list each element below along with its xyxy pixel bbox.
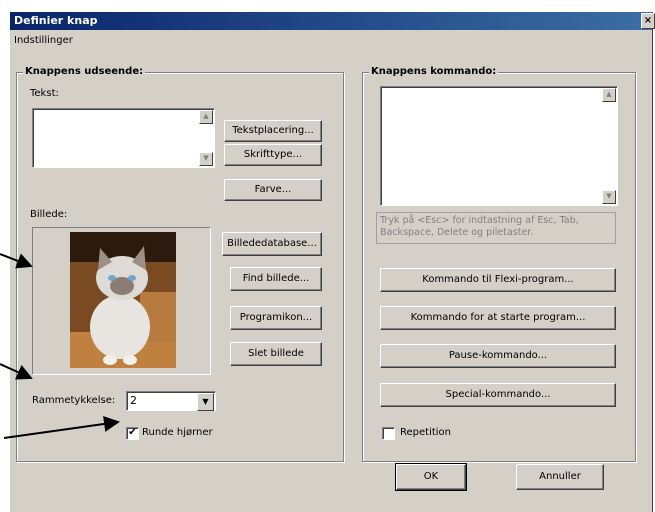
image-preview[interactable] <box>32 227 211 375</box>
text-placement-button[interactable]: Tekstplacering... <box>224 120 322 142</box>
chevron-down-icon[interactable]: ▼ <box>197 393 214 411</box>
frame-thickness-select[interactable]: 2 ▼ <box>126 391 216 411</box>
title-bar[interactable]: Definier knap × <box>10 12 655 30</box>
special-command-button[interactable]: Special-kommando... <box>380 383 616 407</box>
ok-button[interactable]: OK <box>395 463 467 491</box>
start-program-button[interactable]: Kommando for at starte program... <box>380 306 616 330</box>
command-legend: Knappens kommando: <box>369 66 499 77</box>
scroll-down-icon[interactable]: ▼ <box>199 152 213 166</box>
button-text-input[interactable]: ▲ ▼ <box>32 108 215 168</box>
close-icon[interactable]: × <box>641 13 655 29</box>
special-command-label: Special-kommando... <box>445 389 551 400</box>
rounded-corners-checkbox[interactable]: ✔ <box>126 427 139 440</box>
dialog-window: Definier knap × Indstillinger Knappens u… <box>10 12 655 512</box>
scroll-up-icon[interactable]: ▲ <box>199 110 213 124</box>
program-icon-button[interactable]: Programikon... <box>230 306 322 330</box>
image-database-label: Billededatabase... <box>227 238 317 249</box>
color-label: Farve... <box>254 184 292 195</box>
image-label: Billede: <box>30 209 68 220</box>
flexi-command-label: Kommando til Flexi-program... <box>422 274 574 285</box>
rounded-corners-label: Runde hjørner <box>142 427 213 438</box>
ok-label: OK <box>423 471 439 482</box>
repetition-label: Repetition <box>400 427 452 438</box>
delete-image-label: Slet billede <box>248 348 304 359</box>
flexi-command-button[interactable]: Kommando til Flexi-program... <box>380 268 616 292</box>
delete-image-button[interactable]: Slet billede <box>230 342 322 366</box>
text-label: Tekst: <box>30 88 59 99</box>
pause-command-label: Pause-kommando... <box>448 350 548 361</box>
cat-image <box>70 232 176 368</box>
command-text-input[interactable]: ▲ ▼ <box>380 86 618 206</box>
cancel-button[interactable]: Annuller <box>516 464 604 490</box>
menu-item-indstillinger[interactable]: Indstillinger <box>14 35 73 46</box>
pause-command-button[interactable]: Pause-kommando... <box>380 344 616 368</box>
window-title: Definier knap <box>14 14 98 27</box>
program-icon-label: Programikon... <box>239 312 313 323</box>
font-button[interactable]: Skrifttype... <box>224 144 322 166</box>
text-placement-label: Tekstplacering... <box>232 125 314 136</box>
start-program-label: Kommando for at starte program... <box>410 312 586 323</box>
appearance-legend: Knappens udseende: <box>23 66 146 77</box>
command-hint: Tryk på <Esc> for indtastning af Esc, Ta… <box>376 212 616 244</box>
frame-thickness-value: 2 <box>130 394 137 407</box>
cancel-label: Annuller <box>539 471 581 482</box>
font-label: Skrifttype... <box>243 149 303 160</box>
frame-thickness-label: Rammetykkelse: <box>32 395 116 406</box>
image-database-button[interactable]: Billededatabase... <box>222 232 322 256</box>
find-image-button[interactable]: Find billede... <box>230 267 322 291</box>
repetition-checkbox[interactable] <box>382 427 395 440</box>
scroll-down-icon[interactable]: ▼ <box>602 190 616 204</box>
find-image-label: Find billede... <box>242 273 310 284</box>
scroll-up-icon[interactable]: ▲ <box>602 88 616 102</box>
color-button[interactable]: Farve... <box>224 179 322 201</box>
